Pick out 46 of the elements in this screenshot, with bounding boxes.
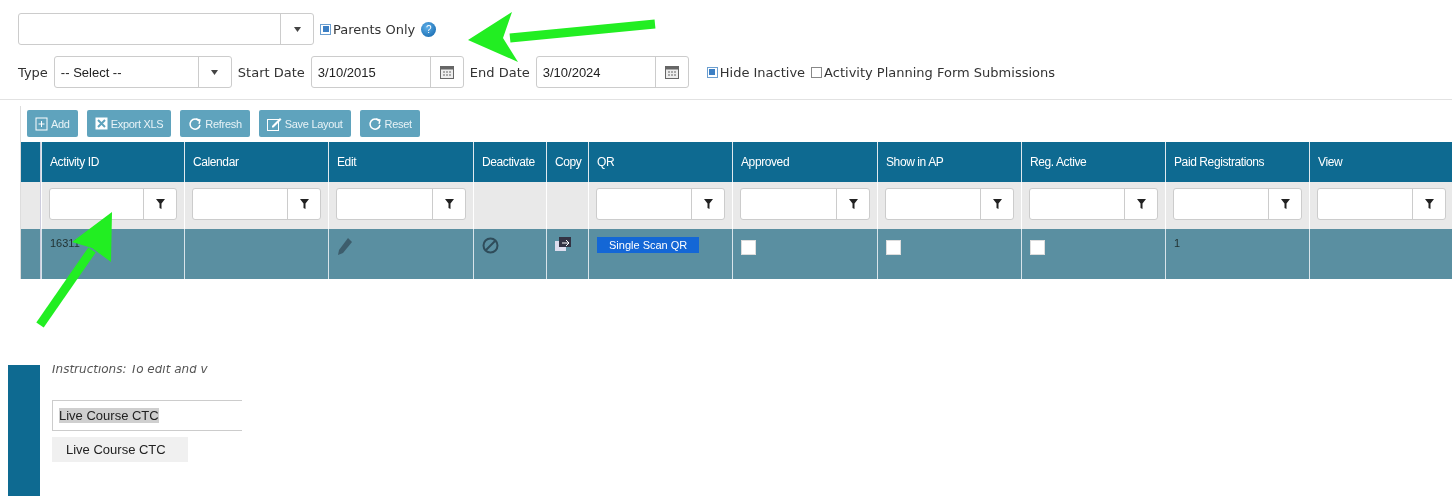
qr-button[interactable]: Single Scan QR (597, 237, 700, 253)
calendar-icon[interactable] (439, 65, 454, 79)
checkbox[interactable] (320, 23, 331, 35)
spreadsheet-icon (94, 117, 108, 130)
filter-field[interactable] (740, 188, 870, 220)
caret-icon[interactable] (293, 26, 301, 32)
filter-icon[interactable] (1136, 199, 1146, 209)
add-icon (35, 116, 48, 131)
refresh-icon (367, 116, 382, 131)
edit-icon (266, 116, 282, 131)
refresh-icon (188, 116, 203, 131)
filter-field[interactable] (192, 188, 321, 220)
calendar-icon[interactable] (664, 65, 679, 79)
copy-icon[interactable] (555, 237, 571, 251)
dropdown-item[interactable]: Live Course CTC (52, 437, 188, 463)
checkbox[interactable] (811, 66, 823, 78)
filter-field[interactable] (885, 188, 1014, 220)
checkbox-label: Parents Only (333, 21, 416, 37)
filter-icon[interactable] (1280, 199, 1290, 209)
filter-field[interactable] (1317, 188, 1446, 220)
filter-field[interactable] (596, 188, 725, 220)
type-label: Type (18, 64, 48, 80)
filter-icon[interactable] (703, 199, 713, 209)
help-icon[interactable]: ? (421, 21, 437, 37)
filter-field[interactable] (336, 188, 466, 220)
filter-field[interactable] (49, 188, 177, 220)
checkbox-label: Activity Planning Form Submissions (824, 64, 1055, 80)
block-icon[interactable] (482, 237, 499, 254)
filter-field[interactable] (1173, 188, 1302, 220)
filter-icon[interactable] (992, 199, 1002, 209)
caret-icon[interactable] (211, 69, 219, 75)
start-date-label: Start Date (237, 64, 305, 80)
filter-icon[interactable] (1424, 199, 1434, 209)
filter-icon[interactable] (299, 199, 309, 209)
filter-field[interactable] (1029, 188, 1158, 220)
course-field[interactable]: Live Course CTC (52, 400, 242, 432)
end-date-label: End Date (469, 64, 530, 80)
table-cell: 1 (1165, 229, 1309, 279)
end-date-field[interactable]: 3/10/2024 (535, 56, 689, 88)
checkbox-label: Hide Inactive (719, 64, 806, 80)
filter-icon[interactable] (848, 199, 858, 209)
checkbox[interactable] (706, 66, 718, 78)
start-date-field[interactable]: 3/10/2015 (310, 56, 464, 88)
filter-icon[interactable] (155, 199, 165, 209)
type-select[interactable]: -- Select -- (53, 56, 232, 88)
filter-icon[interactable] (444, 199, 454, 209)
